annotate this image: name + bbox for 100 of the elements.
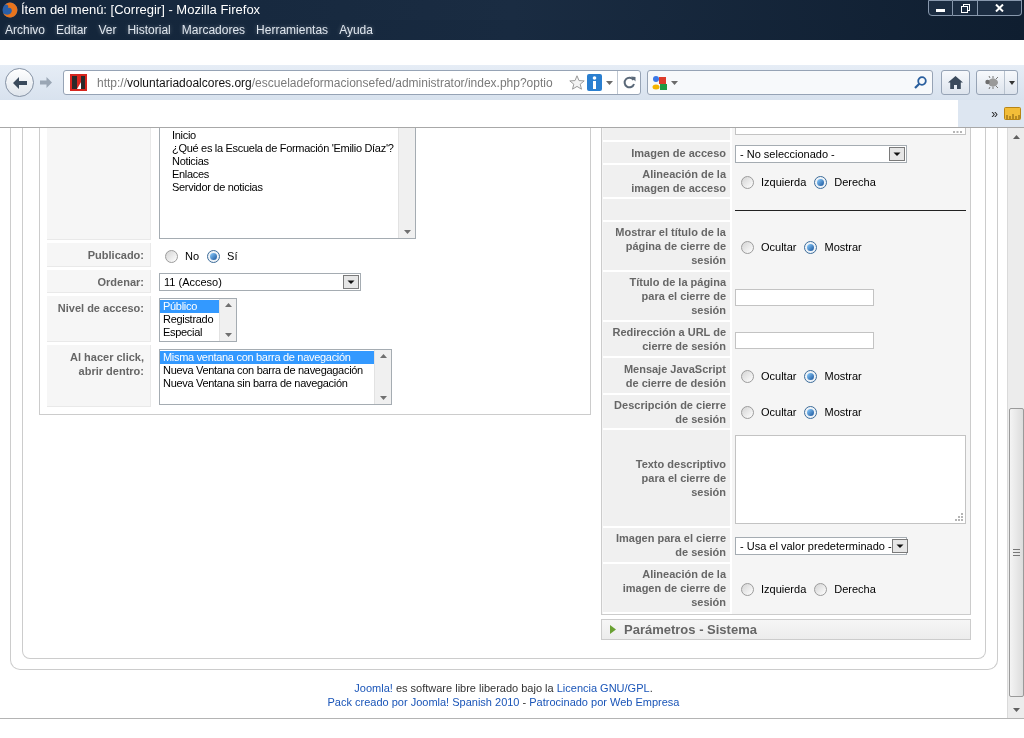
textarea-field[interactable] (735, 434, 966, 524)
radio-label: Izquierda (761, 582, 807, 596)
arrow-up-icon[interactable] (1012, 134, 1020, 139)
listbox-option[interactable]: ¿Qué es la Escuela de Formación 'Emilio Díaz'? (160, 142, 398, 155)
footer-link[interactable]: Licencia GNU/GPL (556, 682, 650, 694)
menu-item[interactable]: Ver (98, 22, 117, 38)
listbox-option[interactable]: Servidor de noticias (160, 181, 398, 194)
scrollbar[interactable] (374, 350, 391, 404)
globe-logo-icon (2, 2, 18, 18)
info-icon[interactable] (587, 74, 602, 91)
caret-icon[interactable] (1009, 80, 1015, 85)
radio-button[interactable] (741, 582, 754, 596)
dropdown[interactable]: - Usa el valor predeterminado - (735, 537, 907, 555)
menu-item[interactable]: Archivo (5, 22, 45, 38)
caret-icon (889, 146, 905, 161)
radio-label: Mostrar (824, 406, 862, 419)
caret-icon[interactable] (606, 80, 613, 85)
scrollbar[interactable] (1007, 128, 1024, 718)
menu-item[interactable]: Historial (127, 22, 171, 38)
caret-icon (343, 274, 359, 289)
radio-button[interactable] (814, 582, 828, 596)
close-button[interactable] (978, 0, 1022, 16)
listbox[interactable]: Público Registrado Especial (159, 298, 237, 342)
radio-button[interactable] (804, 406, 818, 419)
radio-button[interactable] (741, 370, 754, 383)
menu-item[interactable]: Herramientas (256, 22, 329, 38)
close-icon (995, 4, 1004, 12)
field-label: Alineación de la imagen de cierre de sesión (621, 567, 726, 609)
grip-icon (1012, 549, 1020, 556)
resize-grip-icon[interactable] (955, 512, 963, 521)
arrow-down-icon[interactable] (224, 333, 232, 337)
address-bar[interactable]: http://voluntariadoalcores.org/escueladeformacionsefed/administrator/index.php?optio (63, 70, 641, 95)
radio-button[interactable] (165, 250, 178, 263)
radio-button[interactable] (741, 406, 754, 419)
listbox[interactable]: Inicio ¿Qué es la Escuela de Formación 'Emilio Díaz'? Noticias Enlaces Servidor de noticias (159, 128, 416, 239)
site-logo-icon (70, 74, 87, 91)
dropdown[interactable]: 11 (Acceso) (159, 272, 361, 291)
listbox-option[interactable]: Noticias (160, 155, 398, 168)
caret-icon[interactable] (671, 80, 678, 85)
search-field[interactable] (647, 70, 933, 95)
scrollbar[interactable] (398, 128, 415, 238)
radio-label: Sí (227, 250, 238, 263)
menu-item[interactable]: Editar (56, 22, 88, 38)
field-label: Redirección a URL de cierre de sesión (611, 325, 726, 353)
radio-label: Ocultar (761, 370, 797, 383)
field-label: Mensaje JavaScript de cierre de desión (622, 361, 726, 390)
listbox[interactable]: Misma ventana con barra de navegación Nueva Ventana con barra de navegagación Nueva Ventana sin barra de navegación (159, 349, 392, 405)
arrow-down-icon[interactable] (403, 230, 411, 234)
text-field[interactable] (735, 288, 874, 306)
radio-label: Ocultar (761, 240, 797, 254)
star-icon[interactable] (569, 75, 585, 90)
field-label: Al hacer click, abrir dentro: (69, 350, 144, 378)
arrow-down-icon[interactable] (379, 396, 387, 400)
listbox-option[interactable]: Nueva Ventana con barra de navegagación (160, 364, 374, 377)
radio-button[interactable] (814, 175, 828, 189)
field-label: Mostrar el título de la página de cierre de sesión (614, 225, 726, 267)
listbox-option[interactable]: Especial (160, 326, 219, 339)
url-text: http://voluntariadoalcores.org/escueladeformacionsefed/administrator/index.php?optio (97, 74, 553, 91)
listbox-option[interactable]: Nueva Ventana sin barra de navegación (160, 377, 374, 390)
radio-button[interactable] (741, 175, 754, 189)
minimize-button[interactable] (928, 0, 953, 16)
radio-label: Derecha (834, 582, 876, 596)
home-button[interactable] (941, 70, 970, 95)
restore-icon (960, 3, 970, 13)
collapsible-panel-header[interactable]: Parámetros - Sistema (601, 619, 971, 640)
overflow-chevron[interactable]: » (991, 106, 998, 121)
arrow-up-icon[interactable] (379, 354, 387, 358)
scroll-thumb[interactable] (1008, 408, 1024, 697)
text-field[interactable] (735, 331, 874, 349)
textarea-field[interactable] (735, 128, 966, 135)
radio-button[interactable] (804, 240, 818, 254)
addon-button[interactable] (976, 70, 1018, 95)
arrow-right-icon (40, 77, 52, 88)
field-label: Imagen de acceso (631, 145, 726, 160)
dropdown[interactable]: - No seleccionado - (735, 144, 907, 163)
arrow-up-icon[interactable] (224, 303, 232, 307)
home-icon (948, 76, 963, 89)
field-label: Descripción de cierre de sesión (613, 397, 726, 426)
reload-icon (622, 76, 636, 89)
scrollbar[interactable] (219, 299, 236, 341)
footer-link[interactable]: Joomla! (354, 682, 393, 694)
radio-button[interactable] (741, 240, 754, 254)
arrow-down-icon[interactable] (1012, 707, 1020, 712)
search-icon[interactable] (914, 76, 927, 89)
caret-icon (891, 539, 908, 553)
footer-link[interactable]: Patrocinado por Web Empresa (529, 696, 680, 708)
listbox-option[interactable]: Inicio (160, 129, 398, 142)
menu-item[interactable]: Marcadores (181, 22, 246, 38)
menu-item[interactable]: Ayuda (339, 22, 373, 38)
back-button[interactable] (5, 68, 34, 97)
footer-link[interactable]: Pack creado por Joomla! Spanish 2010 (327, 696, 520, 708)
minimize-icon (936, 8, 945, 12)
listbox-option[interactable]: Enlaces (160, 168, 398, 181)
radio-label: Derecha (834, 175, 876, 189)
radio-button[interactable] (207, 250, 221, 263)
listbox-option[interactable]: Registrado (160, 313, 219, 326)
radio-button[interactable] (804, 370, 818, 383)
colorful-logo-icon (652, 74, 668, 91)
field-label: Imagen para el cierre de sesión (614, 531, 726, 559)
restore-button[interactable] (953, 0, 978, 16)
